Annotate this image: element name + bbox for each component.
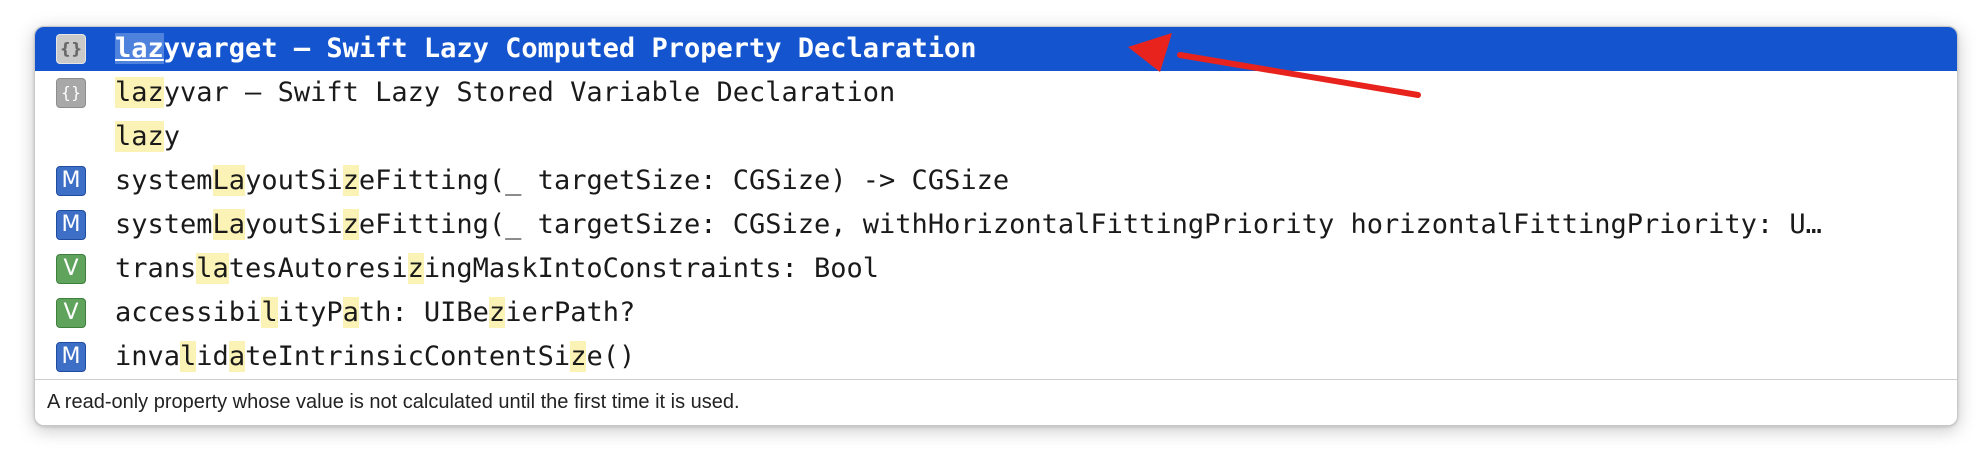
annotation-arrow xyxy=(1128,33,1421,98)
